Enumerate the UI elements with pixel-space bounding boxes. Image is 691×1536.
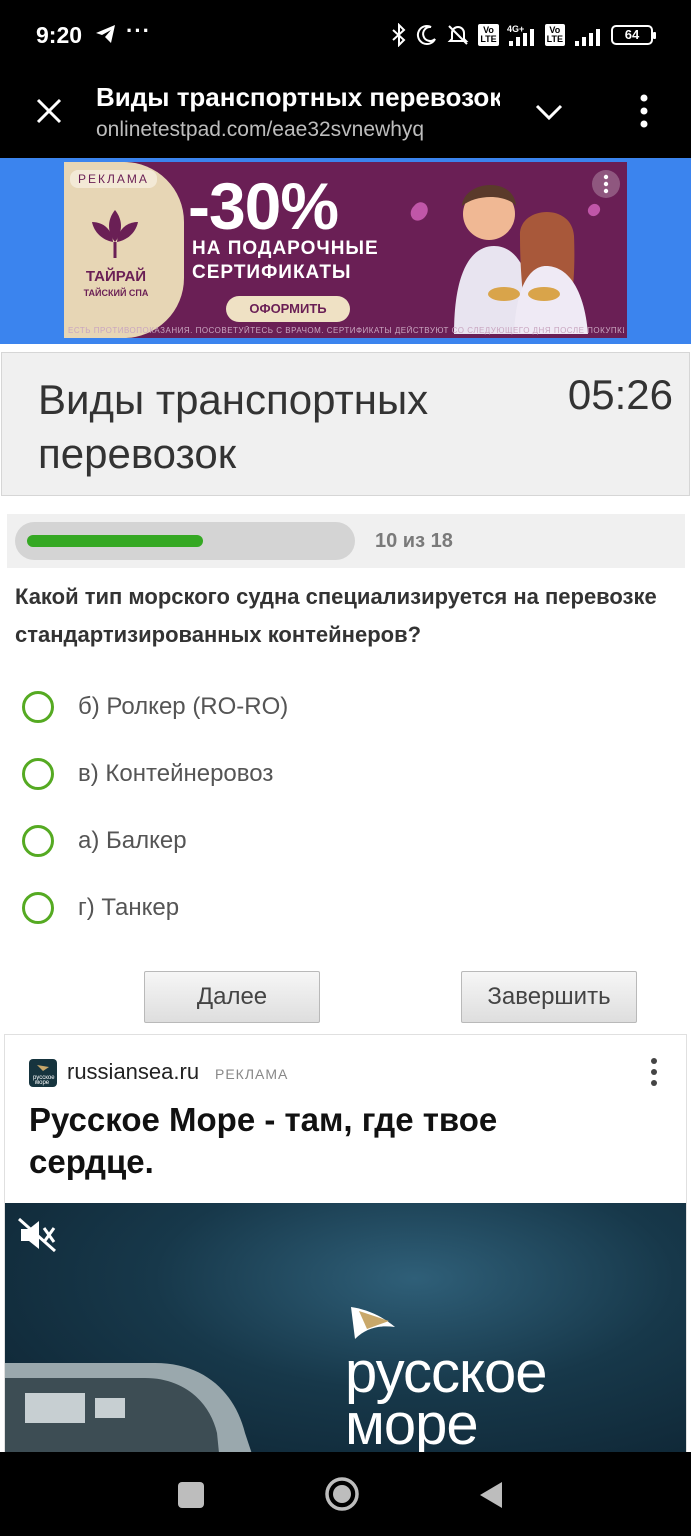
svg-text:4G+: 4G+ (507, 24, 524, 34)
volte-badge-2: Vo LTE (544, 24, 565, 46)
browser-url[interactable]: onlinetestpad.com/eae32svnewhyq (96, 118, 424, 142)
top-ad-banner[interactable]: РЕКЛАМА ТАЙРАЙ ТАЙСКИЙ СПА -30% НА ПОДАР… (64, 162, 627, 338)
ad-cta-button[interactable]: ОФОРМИТЬ (226, 296, 350, 322)
radio-button[interactable] (22, 691, 54, 723)
ad-brand-sub: ТАЙСКИЙ СПА (83, 288, 149, 298)
answer-option[interactable]: в) Контейнеровоз (22, 754, 273, 794)
ad-fine-print: ЕСТЬ ПРОТИВОПОКАЗАНИЯ. ПОСОВЕТУЙТЕСЬ С В… (68, 326, 624, 335)
next-button[interactable]: Далее (144, 971, 320, 1023)
top-ad-band: РЕКЛАМА ТАЙРАЙ ТАЙСКИЙ СПА -30% НА ПОДАР… (0, 158, 691, 344)
browser-page-title: Виды транспортных перевозок (96, 82, 500, 112)
bottom-ad[interactable]: русское море russiansea.ru РЕКЛАМА Русско… (4, 1034, 687, 1454)
ad-text-line2: СЕРТИФИКАТЫ (192, 262, 352, 283)
more-vertical-icon[interactable] (638, 94, 650, 128)
sea-logo-icon (351, 1307, 395, 1339)
answer-option[interactable]: б) Ролкер (RO-RO) (22, 687, 288, 727)
sea-logo-text: русское море (345, 1340, 548, 1454)
answer-option[interactable]: а) Балкер (22, 821, 187, 861)
svg-text:море: море (35, 1080, 50, 1086)
lotus-logo-icon (92, 210, 138, 258)
radio-button[interactable] (22, 758, 54, 790)
ad-favicon: русское море (29, 1059, 57, 1087)
ship-illustration (5, 1363, 252, 1453)
ad-headline[interactable]: Русское Море - там, где твое сердце. (29, 1099, 629, 1183)
status-bar: 9:20 ··· Vo LTE 4G+ Vo LTE 64 (0, 0, 691, 70)
recents-icon[interactable] (178, 1482, 204, 1508)
ad-label: РЕКЛАМА (215, 1066, 289, 1082)
radio-button[interactable] (22, 825, 54, 857)
close-icon[interactable] (34, 96, 64, 126)
progress-counter: 10 из 18 (375, 530, 453, 552)
screen: 9:20 ··· Vo LTE 4G+ Vo LTE 64 Виды транспо… (0, 0, 691, 1536)
sea-logo-icon: русскоеморе (33, 1065, 55, 1086)
answer-option-label: а) Балкер (78, 827, 187, 854)
ad-domain[interactable]: russiansea.ru (67, 1059, 199, 1085)
answer-option-label: г) Танкер (78, 894, 180, 921)
test-header: Виды транспортных перевозок 05:26 (1, 352, 690, 496)
test-timer: 05:26 (567, 371, 673, 418)
status-icons: Vo LTE 4G+ Vo LTE 64 (390, 20, 656, 50)
system-nav-bar (0, 1452, 691, 1536)
finish-button[interactable]: Завершить (461, 971, 637, 1023)
radio-button[interactable] (22, 892, 54, 924)
ad-brand-name: ТАЙРАЙ (85, 268, 147, 285)
test-title: Виды транспортных перевозок (38, 376, 429, 477)
signal-icon: 4G+ (507, 24, 534, 46)
browser-toolbar: Виды транспортных перевозок onlinetestpa… (0, 70, 691, 158)
battery-icon: 64 (611, 25, 656, 45)
progress-fill (27, 535, 203, 547)
progress-section: 10 из 18 (7, 514, 685, 568)
chevron-down-icon[interactable] (534, 100, 564, 124)
moon-icon (417, 25, 437, 46)
ad-video[interactable]: русское море (5, 1203, 686, 1454)
ad-options-icon[interactable] (592, 170, 620, 198)
mute-icon[interactable] (17, 1217, 57, 1253)
home-icon[interactable] (324, 1476, 360, 1512)
volte-badge: Vo LTE (478, 24, 499, 46)
progress-bar (15, 522, 355, 560)
answer-option[interactable]: г) Танкер (22, 888, 179, 928)
more-vertical-icon[interactable] (649, 1057, 659, 1087)
ad-discount: -30% (188, 169, 339, 243)
more-notifications-icon: ··· (126, 18, 151, 43)
question-text: Какой тип морского судна специализируетс… (15, 584, 657, 647)
answer-option-label: б) Ролкер (RO-RO) (78, 693, 289, 720)
ad-label: РЕКЛАМА (70, 170, 157, 188)
couple-illustration (410, 184, 601, 334)
answer-option-label: в) Контейнеровоз (78, 760, 274, 787)
mute-notification-icon (447, 25, 469, 45)
telegram-icon (96, 25, 115, 43)
ad-text-line1: НА ПОДАРОЧНЫЕ (192, 238, 379, 259)
bluetooth-icon (392, 23, 406, 47)
back-icon[interactable] (478, 1480, 504, 1510)
signal-icon-2 (575, 29, 600, 46)
status-time: 9:20 (36, 22, 83, 48)
